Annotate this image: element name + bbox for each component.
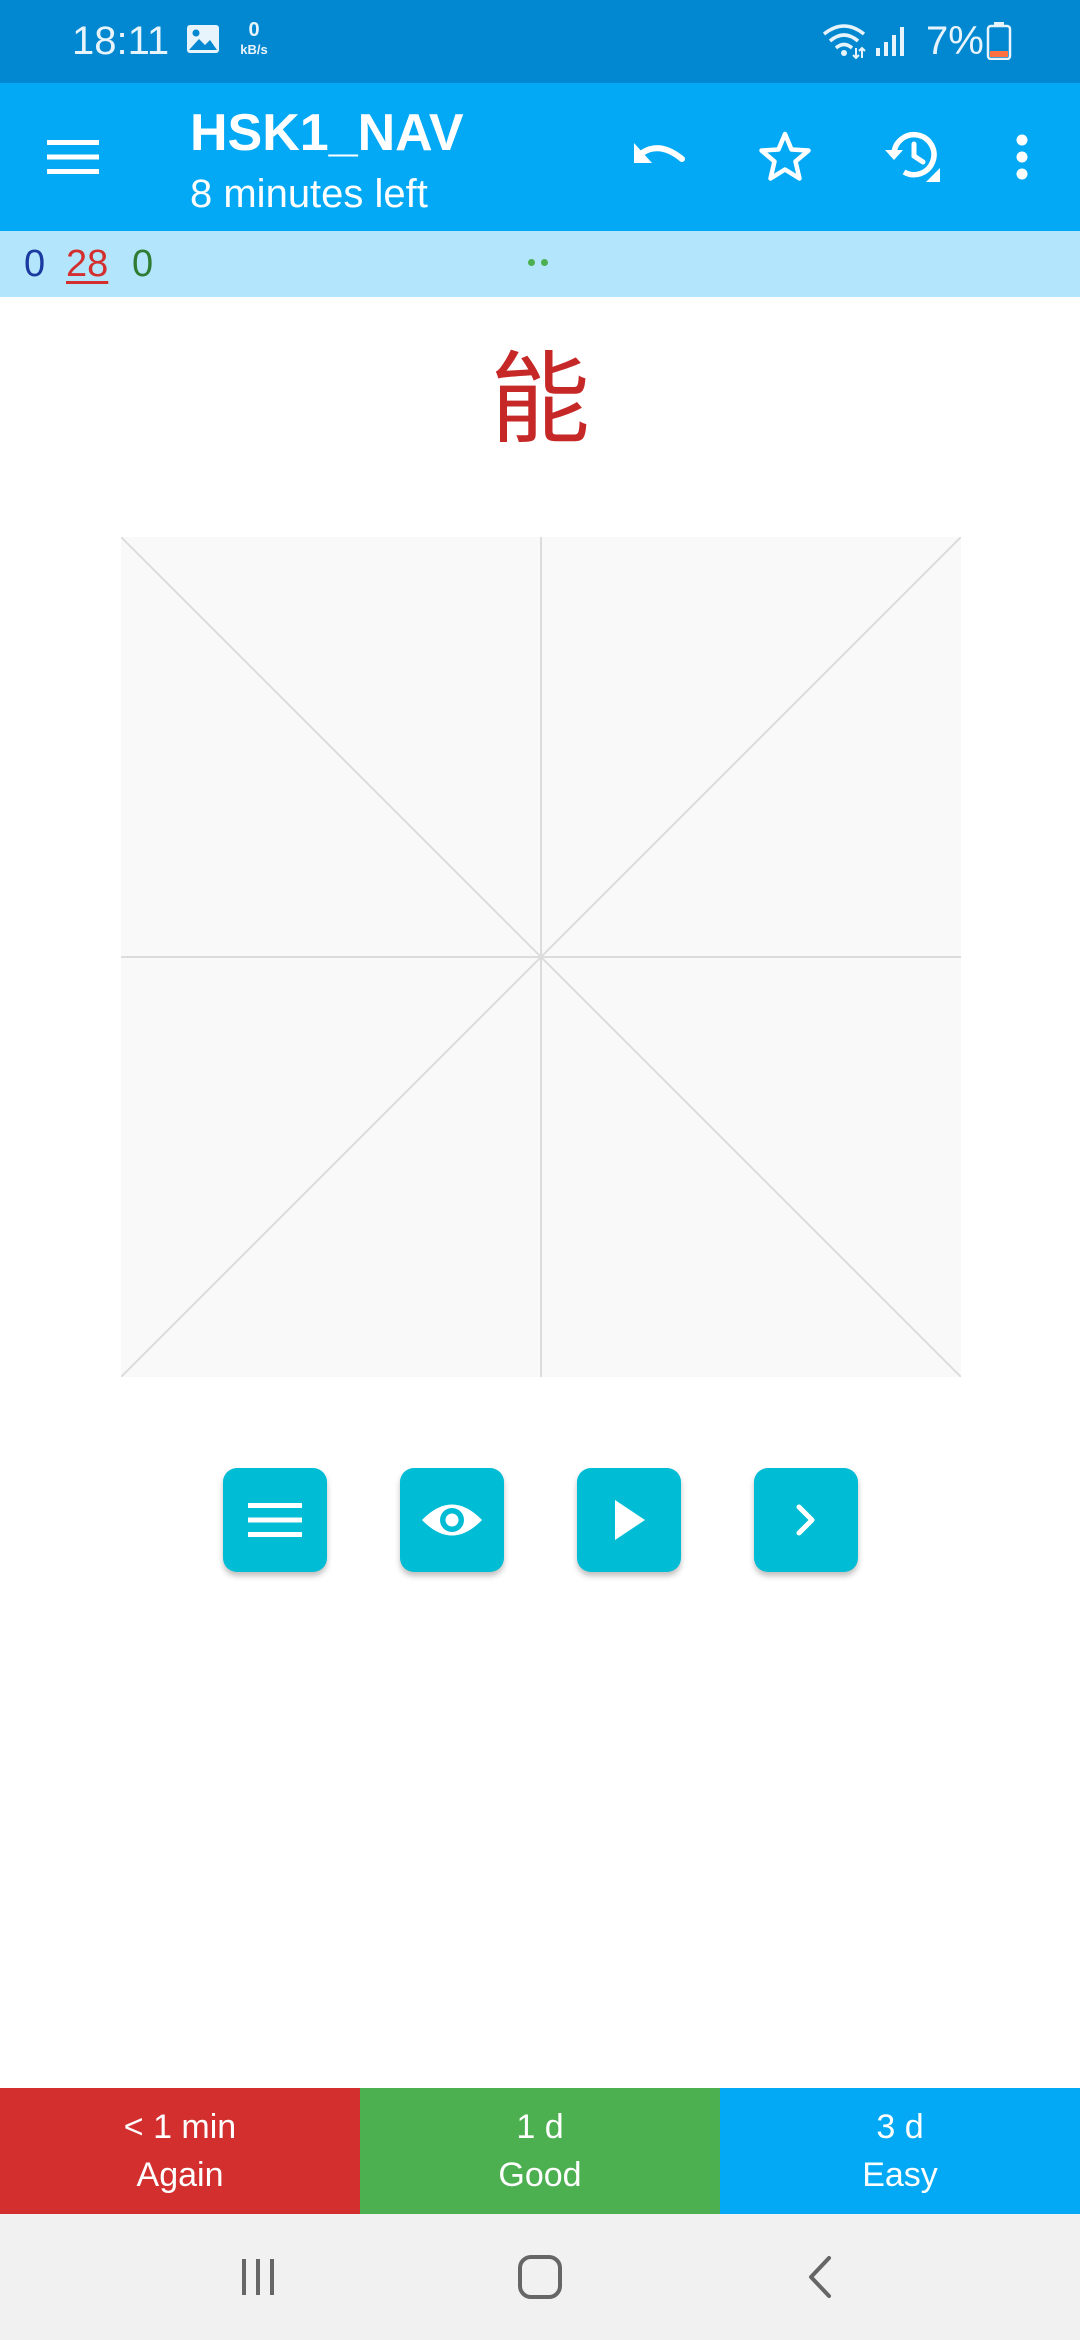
wifi-icon bbox=[822, 24, 866, 60]
back-icon bbox=[809, 2256, 831, 2298]
new-count: 0 bbox=[24, 243, 46, 285]
review-count: 0 bbox=[132, 243, 154, 285]
list-icon bbox=[248, 1503, 302, 1537]
history-icon[interactable] bbox=[875, 119, 951, 195]
time-left: 8 minutes left bbox=[190, 172, 428, 216]
easy-label: Easy bbox=[862, 2156, 938, 2194]
progress-indicator bbox=[528, 259, 548, 266]
progress-dot bbox=[528, 259, 535, 266]
next-button[interactable] bbox=[754, 1468, 858, 1572]
recent-apps-button[interactable] bbox=[220, 2239, 296, 2315]
star-icon[interactable] bbox=[747, 119, 823, 195]
back-button[interactable] bbox=[782, 2239, 858, 2315]
app-bar: HSK1_NAV 8 minutes left bbox=[0, 83, 1080, 231]
status-bar: 18:11 0 kB/s 7% bbox=[0, 0, 1080, 83]
network-speed-value: 0 bbox=[248, 19, 260, 41]
image-icon bbox=[187, 25, 219, 53]
easy-button[interactable]: 3 d Easy bbox=[720, 2088, 1080, 2214]
good-button[interactable]: 1 d Good bbox=[360, 2088, 720, 2214]
list-button[interactable] bbox=[223, 1468, 327, 1572]
system-nav-bar bbox=[0, 2214, 1080, 2340]
undo-icon[interactable] bbox=[622, 119, 698, 195]
deck-title: HSK1_NAV bbox=[190, 104, 464, 162]
easy-interval: 3 d bbox=[876, 2108, 924, 2146]
play-button[interactable] bbox=[577, 1468, 681, 1572]
drawing-pad[interactable] bbox=[121, 537, 961, 1377]
again-button[interactable]: < 1 min Again bbox=[0, 2088, 360, 2214]
eye-icon bbox=[422, 1504, 482, 1536]
learning-count: 28 bbox=[66, 243, 109, 285]
card-character: 能 bbox=[490, 341, 590, 458]
more-vert-icon[interactable] bbox=[984, 119, 1060, 195]
good-label: Good bbox=[498, 2156, 582, 2194]
good-interval: 1 d bbox=[516, 2108, 564, 2146]
home-button[interactable] bbox=[502, 2239, 578, 2315]
again-label: Again bbox=[136, 2156, 224, 2194]
recent-apps-icon bbox=[242, 2259, 274, 2295]
signal-icon bbox=[876, 27, 904, 56]
drawing-grid bbox=[121, 537, 961, 1377]
menu-icon[interactable] bbox=[35, 119, 111, 195]
chevron-right-icon bbox=[796, 1504, 815, 1536]
status-time: 18:11 bbox=[72, 19, 170, 63]
battery-icon bbox=[986, 22, 1012, 60]
again-interval: < 1 min bbox=[123, 2108, 237, 2146]
network-speed-unit: kB/s bbox=[240, 42, 268, 57]
play-icon bbox=[615, 1500, 645, 1540]
show-answer-button[interactable] bbox=[400, 1468, 504, 1572]
progress-dot bbox=[541, 259, 548, 266]
home-icon bbox=[518, 2255, 562, 2299]
network-speed: 0 kB/s bbox=[234, 20, 274, 56]
battery-percent: 7% bbox=[926, 19, 984, 63]
